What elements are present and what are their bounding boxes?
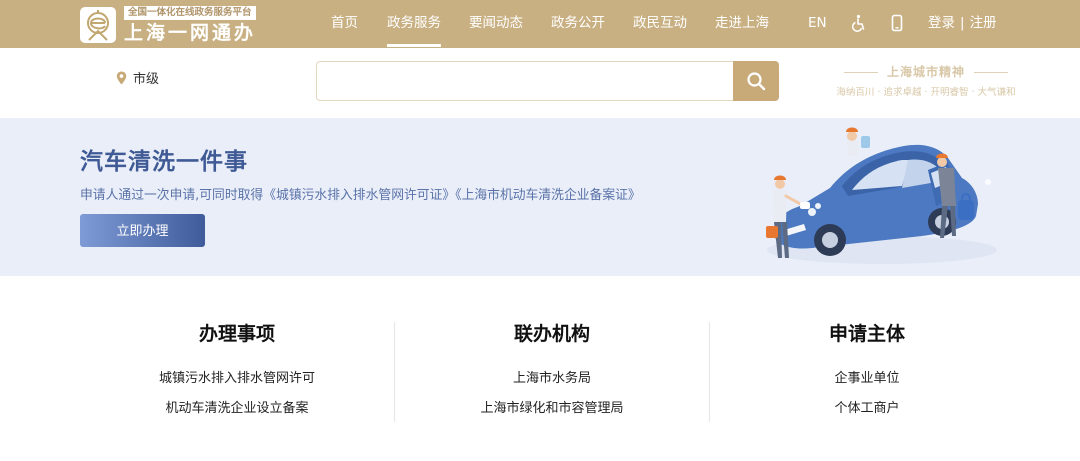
- logo-e-icon: [80, 7, 116, 43]
- list-item[interactable]: 上海市水务局: [395, 370, 709, 388]
- nav-government-services[interactable]: 政务服务: [387, 0, 441, 48]
- site-logo[interactable]: 全国一体化在线政务服务平台 上海一网通办: [80, 5, 270, 44]
- auth-divider: |: [960, 15, 965, 31]
- banner-title: 汽车清洗一件事: [80, 149, 248, 175]
- service-banner: 汽车清洗一件事 申请人通过一次申请,可同时取得《城镇污水排入排水管网许可证》《上…: [0, 118, 1080, 276]
- nav-language-en[interactable]: EN: [808, 0, 827, 48]
- mobile-icon[interactable]: [888, 14, 906, 32]
- nav-home[interactable]: 首页: [331, 0, 358, 48]
- nav-about-shanghai[interactable]: 走进上海: [715, 0, 769, 48]
- location-pin-icon: [116, 71, 127, 85]
- logo-tagline: 全国一体化在线政务服务平台: [124, 6, 256, 20]
- apply-now-button[interactable]: 立即办理: [80, 214, 205, 247]
- banner-description: 申请人通过一次申请,可同时取得《城镇污水排入排水管网许可证》《上海市机动车清洗企…: [80, 188, 641, 203]
- list-item[interactable]: 城镇污水排入排水管网许可: [80, 370, 394, 388]
- nav-news[interactable]: 要闻动态: [469, 0, 523, 48]
- location-label: 市级: [133, 72, 160, 87]
- list-item[interactable]: 上海市绿化和市容管理局: [395, 400, 709, 418]
- column-applicants: 申请主体 企事业单位 个体工商户: [710, 320, 1024, 424]
- auth-links: 登录 | 注册: [928, 0, 997, 48]
- column-handling-items: 办理事项 城镇污水排入排水管网许可 机动车清洗企业设立备案: [80, 320, 394, 424]
- list-item[interactable]: 机动车清洗企业设立备案: [80, 400, 394, 418]
- search-input[interactable]: [316, 61, 734, 101]
- accessibility-icon[interactable]: [849, 14, 867, 32]
- list-item[interactable]: 个体工商户: [710, 400, 1024, 418]
- city-spirit-title: 上海城市精神: [826, 64, 1026, 80]
- nav-public-affairs[interactable]: 政务公开: [551, 0, 605, 48]
- search-icon: [747, 72, 766, 91]
- logo-title: 上海一网通办: [124, 22, 257, 44]
- column-heading: 申请主体: [828, 323, 905, 345]
- city-spirit-slogan: 上海城市精神 海纳百川 · 追求卓越 · 开明睿智 · 大气谦和: [826, 64, 1026, 104]
- list-item[interactable]: 企事业单位: [710, 370, 1024, 388]
- nav-interaction[interactable]: 政民互动: [633, 0, 687, 48]
- city-spirit-subtitle: 海纳百川 · 追求卓越 · 开明睿智 · 大气谦和: [836, 87, 1016, 98]
- location-selector[interactable]: 市级: [116, 71, 159, 89]
- search-button[interactable]: [733, 61, 779, 101]
- column-heading: 联办机构: [513, 323, 590, 345]
- register-link[interactable]: 注册: [970, 15, 997, 31]
- column-heading: 办理事项: [198, 323, 275, 345]
- column-joint-agencies: 联办机构 上海市水务局 上海市绿化和市容管理局: [395, 320, 709, 424]
- login-link[interactable]: 登录: [928, 15, 955, 31]
- car-wash-illustration: [766, 127, 997, 264]
- top-navigation-bar: 全国一体化在线政务服务平台 上海一网通办 首页 政务服务 要闻动态 政务公开 政…: [0, 0, 1080, 48]
